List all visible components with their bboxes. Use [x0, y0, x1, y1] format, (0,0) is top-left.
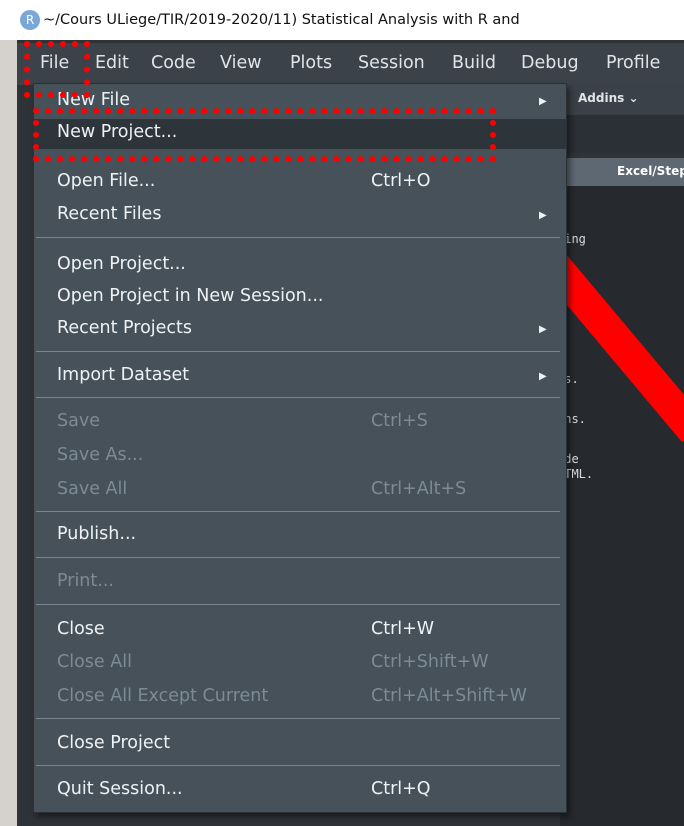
menu-item-recent-files[interactable]: Recent Files ▶ — [34, 201, 566, 231]
menu-build[interactable]: Build — [452, 53, 496, 73]
menu-view[interactable]: View — [220, 53, 262, 73]
document-tab[interactable]: Excel/Step — [560, 158, 684, 186]
menu-item-label: Close All — [57, 652, 132, 672]
menu-item-publish[interactable]: Publish... — [34, 521, 566, 551]
menu-item-close-project[interactable]: Close Project — [34, 730, 566, 760]
menu-item-label: Close All Except Current — [57, 686, 269, 706]
submenu-arrow-icon: ▶ — [539, 210, 547, 221]
document-tab-label: Excel/Step — [617, 164, 684, 178]
menu-item-print[interactable]: Print... — [34, 568, 566, 598]
menu-item-label: Save — [57, 411, 100, 431]
menu-item-open-project[interactable]: Open Project... — [34, 251, 566, 281]
menu-item-label: Open Project... — [57, 254, 186, 274]
menu-separator — [36, 397, 560, 398]
menu-separator — [36, 557, 560, 558]
menu-item-label: Quit Session... — [57, 779, 183, 799]
annotation-highlight-new-project — [33, 108, 496, 162]
menu-item-label: Close — [57, 619, 105, 639]
menu-item-shortcut: Ctrl+Shift+W — [371, 652, 489, 672]
menu-item-label: Open File... — [57, 171, 156, 191]
menu-item-shortcut: Ctrl+Q — [371, 779, 431, 799]
menu-item-label: Save As... — [57, 445, 144, 465]
annotation-highlight-file-menu — [24, 41, 90, 98]
window-title-bar: R ~/Cours ULiege/TIR/2019-2020/11) Stati… — [0, 0, 684, 40]
r-logo-icon: R — [20, 10, 40, 30]
menu-item-label: Recent Projects — [57, 318, 193, 338]
menu-code[interactable]: Code — [151, 53, 196, 73]
menu-separator — [36, 351, 560, 352]
menu-item-label: Print... — [57, 571, 114, 591]
file-menu-dropdown: New File ▶ New Project... Open File... C… — [33, 83, 567, 813]
menu-item-label: Publish... — [57, 524, 137, 544]
menu-item-label: Import Dataset — [57, 365, 190, 385]
menu-item-shortcut: Ctrl+Alt+Shift+W — [371, 686, 527, 706]
window-title: ~/Cours ULiege/TIR/2019-2020/11) Statist… — [43, 12, 520, 28]
menu-debug[interactable]: Debug — [521, 53, 579, 73]
menu-item-open-project-new-session[interactable]: Open Project in New Session... — [34, 283, 566, 313]
menu-profile[interactable]: Profile — [606, 53, 660, 73]
menu-item-quit-session[interactable]: Quit Session... Ctrl+Q — [34, 776, 566, 806]
menu-separator — [36, 511, 560, 512]
menu-separator — [36, 718, 560, 719]
menu-item-save[interactable]: Save Ctrl+S — [34, 408, 566, 438]
menu-item-import-dataset[interactable]: Import Dataset ▶ — [34, 362, 566, 392]
menu-session[interactable]: Session — [358, 53, 425, 73]
menu-item-label: Save All — [57, 479, 128, 499]
submenu-arrow-icon: ▶ — [539, 96, 547, 107]
menu-bar: File Edit Code View Plots Session Build … — [17, 43, 684, 85]
toolbar: Addins ⌄ — [560, 85, 684, 115]
menu-item-label: Close Project — [57, 733, 171, 753]
submenu-arrow-icon: ▶ — [539, 371, 547, 382]
menu-separator — [36, 604, 560, 605]
menu-separator — [36, 765, 560, 766]
menu-item-save-all[interactable]: Save All Ctrl+Alt+S — [34, 476, 566, 506]
menu-item-label: Recent Files — [57, 204, 162, 224]
menu-item-recent-projects[interactable]: Recent Projects ▶ — [34, 315, 566, 345]
menu-item-shortcut: Ctrl+S — [371, 411, 428, 431]
submenu-arrow-icon: ▶ — [539, 324, 547, 335]
menu-item-open-file[interactable]: Open File... Ctrl+O — [34, 168, 566, 198]
menu-separator — [36, 237, 560, 238]
menu-item-shortcut: Ctrl+Alt+S — [371, 479, 467, 499]
addins-button[interactable]: Addins ⌄ — [578, 91, 639, 105]
menu-plots[interactable]: Plots — [290, 53, 332, 73]
tab-strip — [560, 115, 684, 153]
menu-edit[interactable]: Edit — [95, 53, 129, 73]
menu-item-close-all-except-current[interactable]: Close All Except Current Ctrl+Alt+Shift+… — [34, 683, 566, 713]
menu-item-save-as[interactable]: Save As... — [34, 442, 566, 472]
menu-item-close[interactable]: Close Ctrl+W — [34, 616, 566, 646]
menu-item-shortcut: Ctrl+O — [371, 171, 431, 191]
menu-item-close-all[interactable]: Close All Ctrl+Shift+W — [34, 649, 566, 679]
menu-item-label: Open Project in New Session... — [57, 286, 324, 306]
menu-item-shortcut: Ctrl+W — [371, 619, 435, 639]
